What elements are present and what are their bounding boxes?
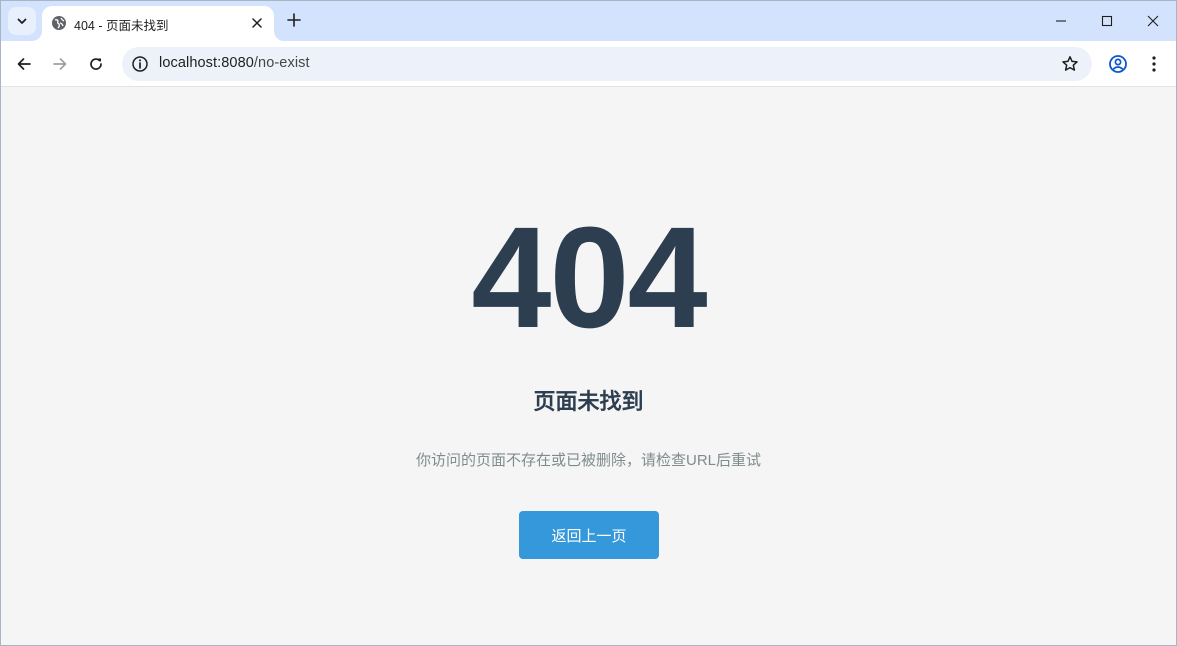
forward-button[interactable] [45, 49, 75, 79]
go-back-button[interactable]: 返回上一页 [519, 511, 659, 559]
page-title: 页面未找到 [533, 389, 644, 414]
close-icon [1147, 15, 1159, 27]
tab-title: 404 - 页面未找到 [74, 19, 169, 33]
info-icon[interactable] [131, 55, 149, 73]
maximize-icon [1101, 15, 1113, 27]
globe-icon [52, 16, 66, 30]
arrow-right-icon [53, 58, 67, 70]
new-tab-button[interactable] [282, 8, 306, 32]
reload-button[interactable] [81, 49, 111, 79]
tab-strip: 404 - 页面未找到 [1, 1, 1176, 41]
star-icon[interactable] [1061, 55, 1079, 73]
chevron-down-icon [17, 18, 27, 24]
url-text[interactable]: localhost:8080/no-exist [159, 55, 310, 71]
menu-button[interactable] [1143, 51, 1165, 77]
tab-active[interactable]: 404 - 页面未找到 [42, 6, 274, 41]
more-vert-icon [1152, 56, 1156, 72]
back-button[interactable] [9, 49, 39, 79]
window-close-button[interactable] [1130, 1, 1176, 41]
browser-toolbar: localhost:8080/no-exist [1, 41, 1176, 87]
reload-icon [90, 58, 102, 70]
page-content: 404 页面未找到 你访问的页面不存在或已被删除，请检查URL后重试 返回上一页 [1, 88, 1176, 645]
profile-button[interactable] [1105, 51, 1131, 77]
profile-icon [1109, 55, 1127, 73]
arrow-left-icon [17, 58, 31, 70]
close-icon [252, 18, 262, 28]
address-bar[interactable]: localhost:8080/no-exist [122, 47, 1092, 81]
minimize-button[interactable] [1038, 1, 1084, 41]
error-description: 你访问的页面不存在或已被删除，请检查URL后重试 [415, 452, 761, 469]
tab-close-button[interactable] [248, 14, 266, 32]
maximize-button[interactable] [1084, 1, 1130, 41]
browser-window: 404 - 页面未找到 localhost:8080/no-exist 404 … [0, 0, 1177, 646]
url-host: localhost:8080 [159, 55, 254, 71]
minimize-icon [1056, 20, 1066, 22]
url-path: /no-exist [253, 55, 310, 71]
error-code: 404 [471, 197, 707, 358]
plus-icon [287, 13, 301, 27]
